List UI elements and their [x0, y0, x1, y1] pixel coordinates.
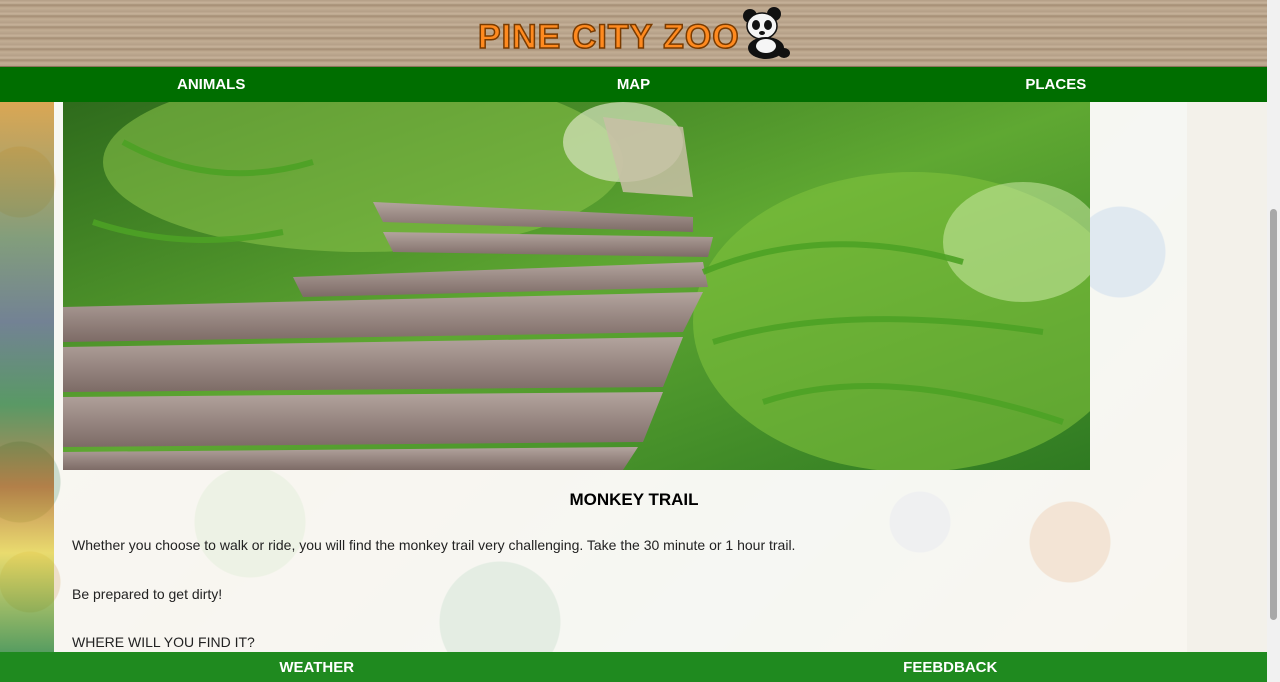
- nav-map[interactable]: MAP: [422, 67, 844, 102]
- site-logo[interactable]: PINE CITY ZOO: [477, 7, 798, 59]
- trail-location-heading: WHERE WILL YOU FIND IT?: [72, 634, 255, 650]
- nav-animals[interactable]: ANIMALS: [0, 67, 422, 102]
- panda-icon: [743, 7, 790, 59]
- trail-note: Be prepared to get dirty!: [72, 586, 223, 602]
- background-map-edge: [0, 102, 54, 652]
- nav-weather[interactable]: WEATHER: [0, 652, 634, 682]
- content-panel: [54, 102, 1187, 652]
- site-header: PINE CITY ZOO: [0, 0, 1267, 67]
- hero-image: [63, 102, 1090, 470]
- nav-feedback[interactable]: FEEBDBACK: [634, 652, 1268, 682]
- logo-text: PINE CITY ZOO: [477, 17, 740, 57]
- top-nav: ANIMALS MAP PLACES: [0, 67, 1267, 102]
- trail-title: MONKEY TRAIL: [569, 490, 699, 509]
- bottom-nav: WEATHER FEEBDBACK: [0, 652, 1267, 682]
- main-content: MONKEY TRAIL Whether you choose to walk …: [0, 102, 1267, 652]
- nav-places[interactable]: PLACES: [845, 67, 1267, 102]
- scrollbar-thumb[interactable]: [1270, 209, 1277, 620]
- trail-description: Whether you choose to walk or ride, you …: [72, 537, 796, 553]
